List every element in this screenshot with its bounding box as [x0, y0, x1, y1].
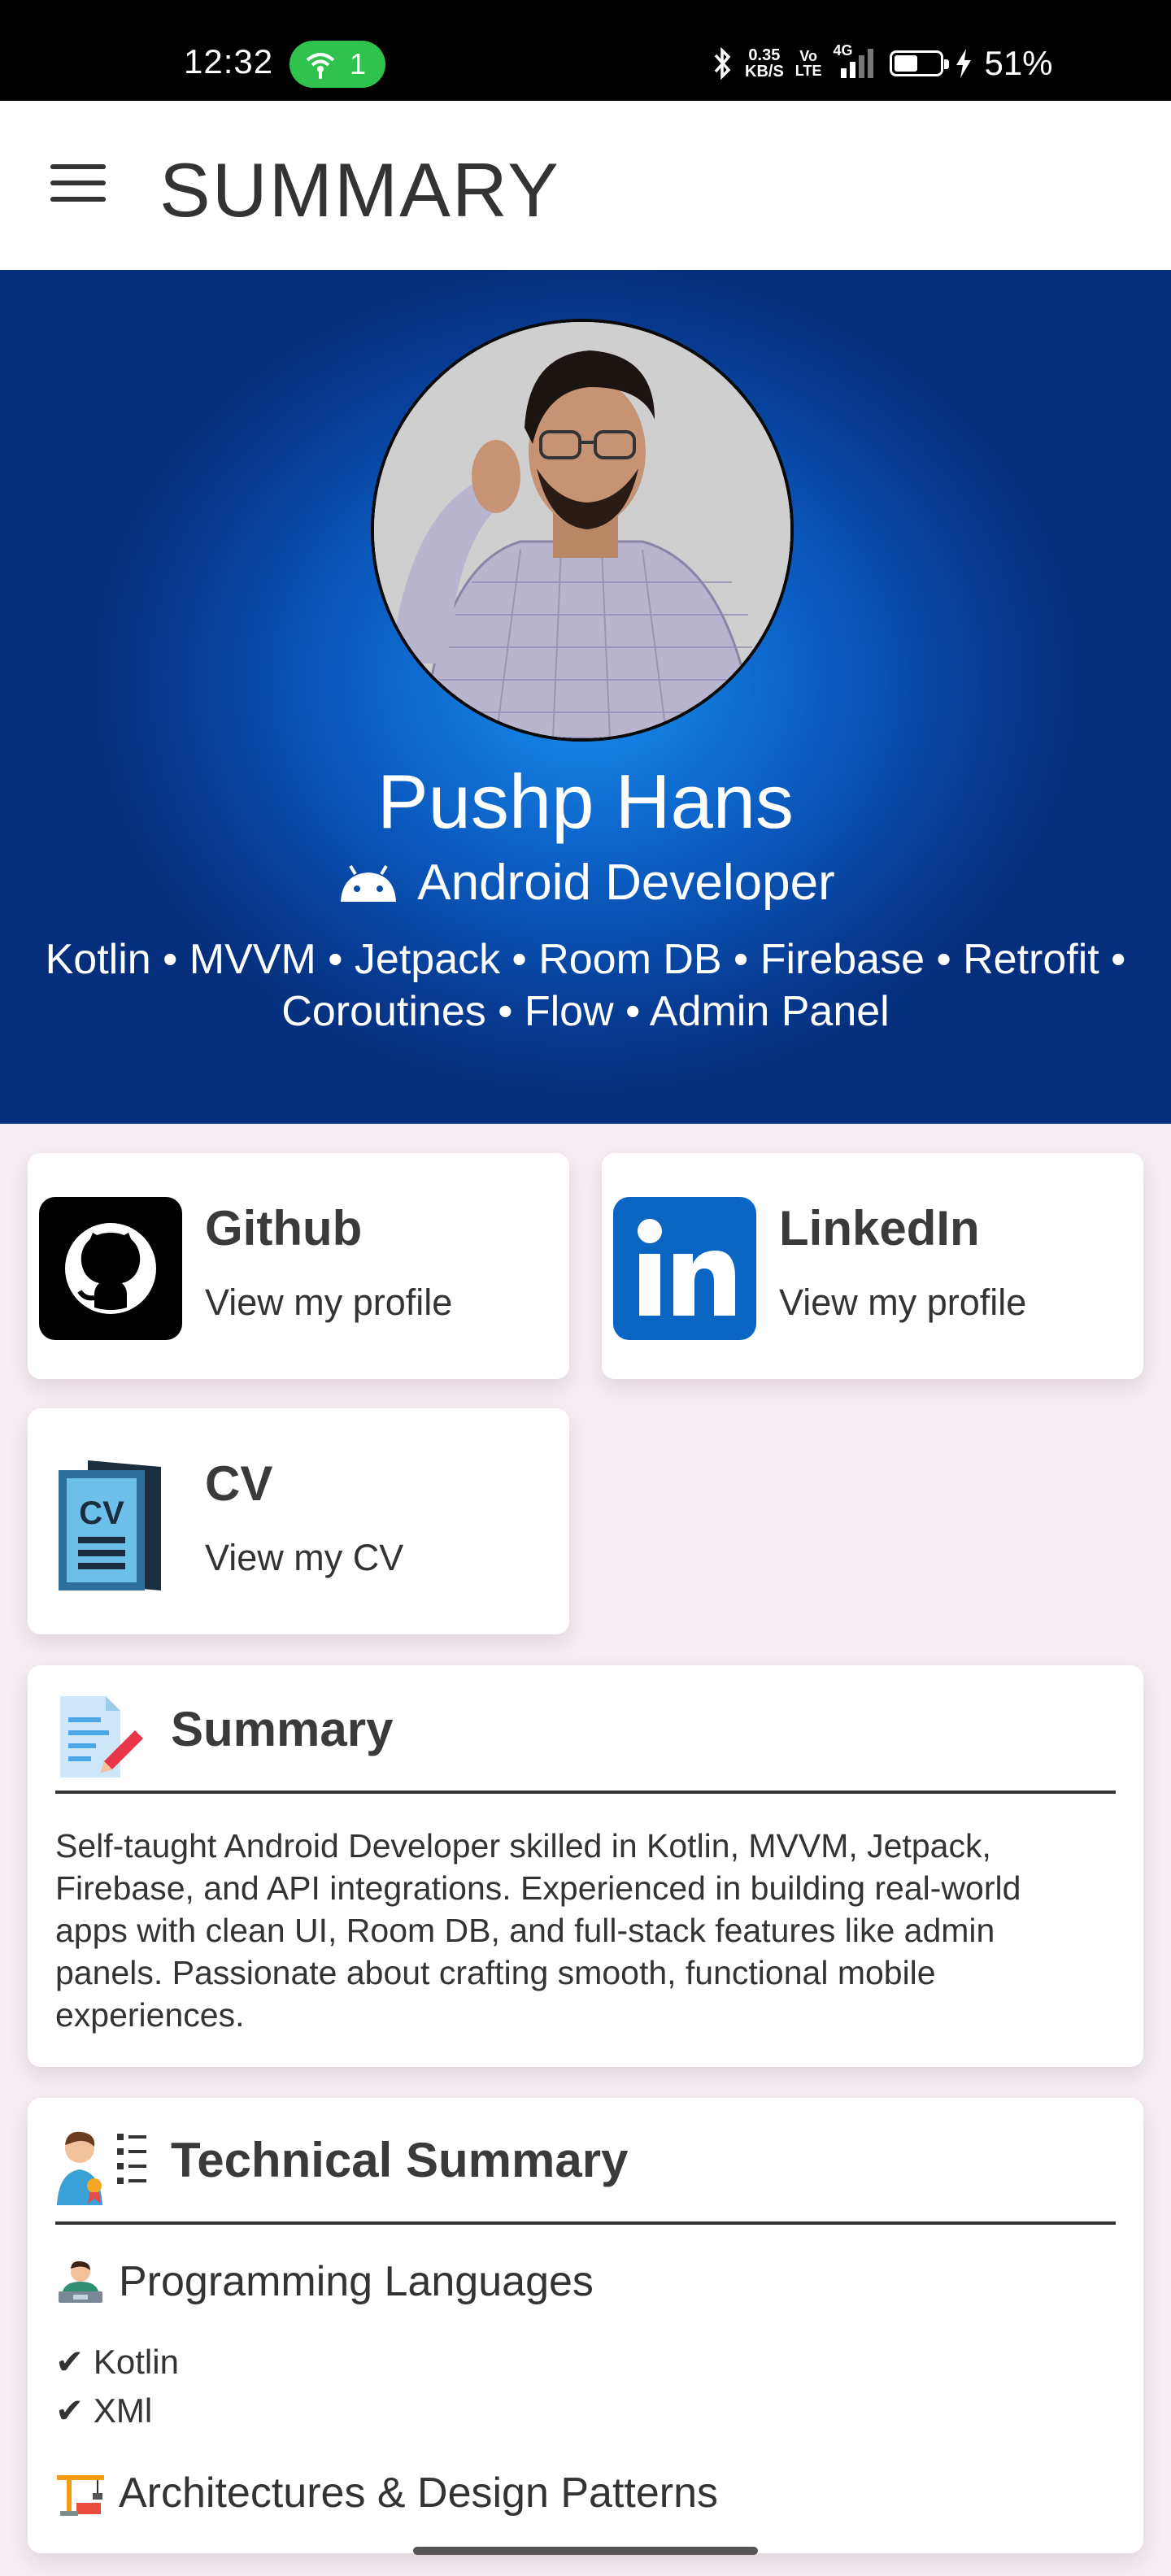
hotspot-count: 1	[350, 47, 367, 80]
link-title: CV	[205, 1456, 273, 1511]
skills-line: Kotlin • MVVM • Jetpack • Room DB • Fire…	[45, 936, 1126, 1035]
status-bar: 12:32 1 0.35 KB/S Vo LTE 4G 51%	[0, 0, 1171, 101]
home-indicator[interactable]	[413, 2547, 758, 2555]
hamburger-menu-icon[interactable]	[50, 164, 106, 207]
app-bar: SUMMARY	[0, 101, 1171, 270]
section-title: Technical Summary	[171, 2133, 629, 2187]
section-title: Summary	[171, 1702, 394, 1756]
linkedin-icon	[613, 1197, 756, 1340]
construction-crane-icon	[57, 2475, 104, 2516]
volte-indicator: Vo LTE	[794, 48, 822, 79]
link-subtitle: View my CV	[205, 1537, 404, 1578]
battery-icon	[890, 50, 950, 76]
developer-checklist-icon	[57, 2131, 146, 2205]
status-icons: 0.35 KB/S Vo LTE 4G 51%	[712, 41, 1053, 86]
divider	[55, 2221, 1116, 2225]
technologist-icon	[59, 2261, 102, 2303]
programming-languages-heading: Programming Languages	[55, 2257, 594, 2306]
link-subtitle: View my profile	[205, 1281, 453, 1323]
profile-name: Pushp Hans	[377, 759, 794, 844]
profile-header: Pushp Hans Android Developer Kotlin • MV…	[0, 270, 1171, 1124]
link-title: LinkedIn	[779, 1201, 980, 1255]
battery-percent: 51%	[984, 44, 1053, 82]
svg-text:CV: CV	[79, 1495, 124, 1531]
language-item: ✔ Kotlin	[55, 2343, 179, 2381]
architectures-heading: Architectures & Design Patterns	[55, 2469, 718, 2517]
link-title: Github	[205, 1201, 363, 1255]
hotspot-icon	[306, 53, 335, 79]
cv-document-icon: CV	[59, 1460, 161, 1590]
summary-card: Summary Self-taught Android Developer sk…	[28, 1665, 1143, 2067]
language-item: ✔ XMl	[55, 2391, 153, 2430]
divider	[55, 1791, 1116, 1794]
link-subtitle: View my profile	[779, 1281, 1027, 1323]
role-label: Android Developer	[417, 855, 835, 911]
cv-card[interactable]: CV CV View my CV	[28, 1408, 569, 1634]
page-title: SUMMARY	[159, 147, 560, 233]
charging-icon	[956, 49, 972, 78]
hotspot-badge: 1	[289, 41, 385, 88]
status-time: 12:32	[184, 42, 274, 80]
linkedin-card[interactable]: LinkedIn View my profile	[602, 1153, 1143, 1379]
avatar	[371, 319, 794, 742]
summary-text: Self-taught Android Developer skilled in…	[55, 1827, 1021, 2034]
summary-doc-icon	[60, 1696, 143, 1778]
net-speed: 0.35 KB/S	[745, 46, 784, 80]
profile-role: Android Developer	[0, 854, 1171, 912]
github-card[interactable]: Github View my profile	[28, 1153, 569, 1379]
signal-icon: 4G	[833, 42, 878, 80]
bluetooth-icon	[714, 47, 731, 80]
technical-summary-card: Technical Summary Programming Languages …	[28, 2098, 1143, 2553]
github-icon	[39, 1197, 182, 1340]
android-icon	[341, 864, 397, 902]
